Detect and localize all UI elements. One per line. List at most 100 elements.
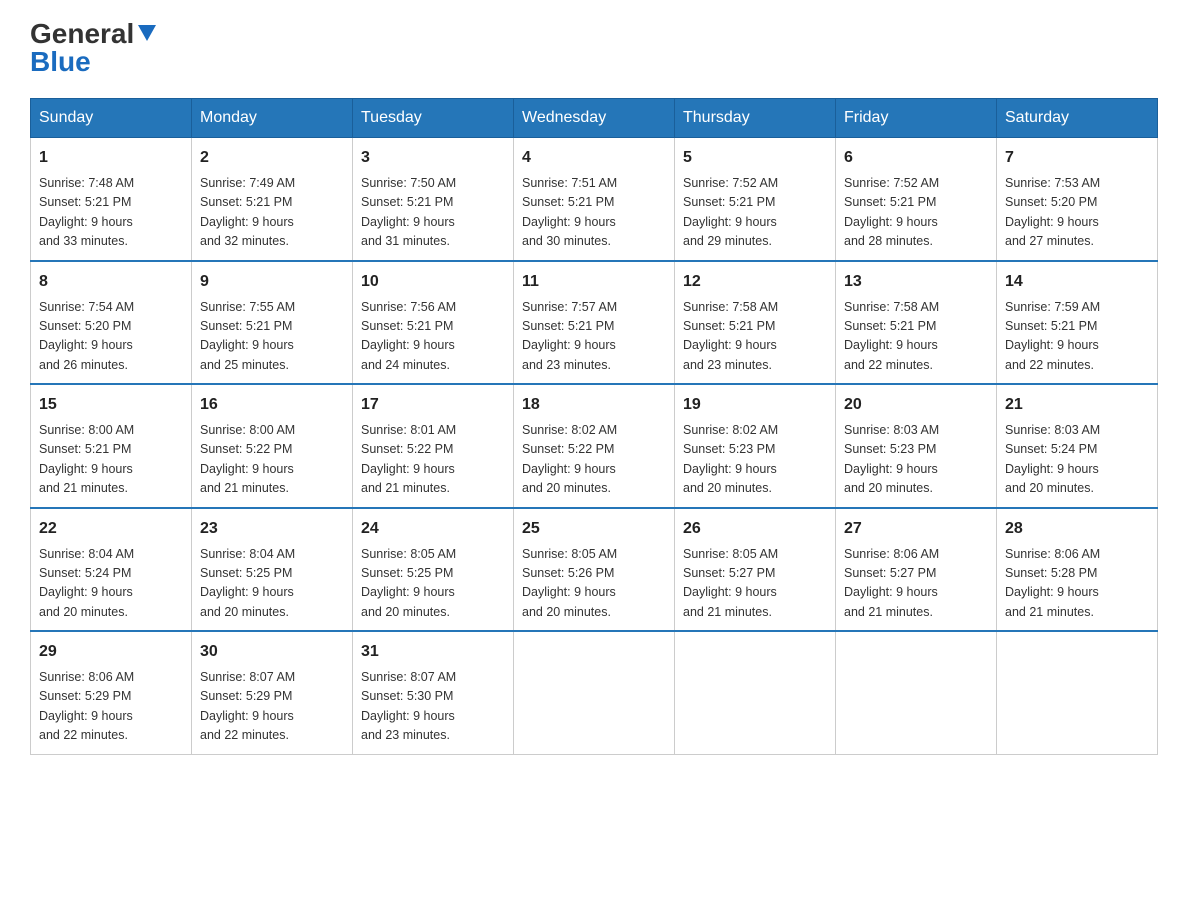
day-info: Sunrise: 8:03 AMSunset: 5:24 PMDaylight:… — [1005, 421, 1149, 499]
day-number: 24 — [361, 517, 505, 541]
calendar-cell: 2 Sunrise: 7:49 AMSunset: 5:21 PMDaylight… — [192, 138, 353, 261]
calendar-cell: 30 Sunrise: 8:07 AMSunset: 5:29 PMDayligh… — [192, 631, 353, 754]
day-info: Sunrise: 8:05 AMSunset: 5:27 PMDaylight:… — [683, 545, 827, 623]
day-info: Sunrise: 8:07 AMSunset: 5:30 PMDaylight:… — [361, 668, 505, 746]
calendar-week-row: 29 Sunrise: 8:06 AMSunset: 5:29 PMDayligh… — [31, 631, 1158, 754]
day-number: 19 — [683, 393, 827, 417]
calendar-week-row: 1 Sunrise: 7:48 AMSunset: 5:21 PMDaylight… — [31, 138, 1158, 261]
day-number: 21 — [1005, 393, 1149, 417]
day-number: 16 — [200, 393, 344, 417]
day-number: 4 — [522, 146, 666, 170]
day-info: Sunrise: 7:50 AMSunset: 5:21 PMDaylight:… — [361, 174, 505, 252]
day-number: 25 — [522, 517, 666, 541]
col-header-wednesday: Wednesday — [514, 99, 675, 138]
logo-triangle-icon — [136, 21, 158, 43]
calendar-cell: 20 Sunrise: 8:03 AMSunset: 5:23 PMDayligh… — [836, 384, 997, 508]
day-number: 5 — [683, 146, 827, 170]
day-info: Sunrise: 7:58 AMSunset: 5:21 PMDaylight:… — [844, 298, 988, 376]
calendar-cell: 3 Sunrise: 7:50 AMSunset: 5:21 PMDaylight… — [353, 138, 514, 261]
day-info: Sunrise: 7:48 AMSunset: 5:21 PMDaylight:… — [39, 174, 183, 252]
calendar-cell: 19 Sunrise: 8:02 AMSunset: 5:23 PMDayligh… — [675, 384, 836, 508]
logo-general: General — [30, 20, 134, 48]
day-info: Sunrise: 7:52 AMSunset: 5:21 PMDaylight:… — [683, 174, 827, 252]
day-number: 23 — [200, 517, 344, 541]
day-info: Sunrise: 7:56 AMSunset: 5:21 PMDaylight:… — [361, 298, 505, 376]
day-number: 26 — [683, 517, 827, 541]
day-info: Sunrise: 8:02 AMSunset: 5:22 PMDaylight:… — [522, 421, 666, 499]
page-header: General Blue — [30, 20, 1158, 78]
calendar-week-row: 15 Sunrise: 8:00 AMSunset: 5:21 PMDayligh… — [31, 384, 1158, 508]
day-info: Sunrise: 8:02 AMSunset: 5:23 PMDaylight:… — [683, 421, 827, 499]
day-info: Sunrise: 7:57 AMSunset: 5:21 PMDaylight:… — [522, 298, 666, 376]
calendar-cell: 31 Sunrise: 8:07 AMSunset: 5:30 PMDayligh… — [353, 631, 514, 754]
day-number: 29 — [39, 640, 183, 664]
logo-blue: Blue — [30, 46, 91, 78]
day-info: Sunrise: 8:04 AMSunset: 5:24 PMDaylight:… — [39, 545, 183, 623]
calendar-cell: 5 Sunrise: 7:52 AMSunset: 5:21 PMDaylight… — [675, 138, 836, 261]
calendar-cell: 11 Sunrise: 7:57 AMSunset: 5:21 PMDayligh… — [514, 261, 675, 385]
day-info: Sunrise: 8:05 AMSunset: 5:25 PMDaylight:… — [361, 545, 505, 623]
day-number: 30 — [200, 640, 344, 664]
calendar-cell: 21 Sunrise: 8:03 AMSunset: 5:24 PMDayligh… — [997, 384, 1158, 508]
day-number: 28 — [1005, 517, 1149, 541]
calendar-cell: 4Sunrise: 7:51 AMSunset: 5:21 PMDaylight… — [514, 138, 675, 261]
day-info: Sunrise: 8:06 AMSunset: 5:29 PMDaylight:… — [39, 668, 183, 746]
calendar-cell — [675, 631, 836, 754]
day-number: 15 — [39, 393, 183, 417]
day-number: 3 — [361, 146, 505, 170]
calendar-cell: 27 Sunrise: 8:06 AMSunset: 5:27 PMDayligh… — [836, 508, 997, 632]
day-info: Sunrise: 7:54 AMSunset: 5:20 PMDaylight:… — [39, 298, 183, 376]
col-header-thursday: Thursday — [675, 99, 836, 138]
calendar-week-row: 8 Sunrise: 7:54 AMSunset: 5:20 PMDaylight… — [31, 261, 1158, 385]
calendar-cell: 9Sunrise: 7:55 AMSunset: 5:21 PMDaylight… — [192, 261, 353, 385]
day-info: Sunrise: 8:04 AMSunset: 5:25 PMDaylight:… — [200, 545, 344, 623]
calendar-table: SundayMondayTuesdayWednesdayThursdayFrid… — [30, 98, 1158, 755]
col-header-friday: Friday — [836, 99, 997, 138]
day-info: Sunrise: 7:52 AMSunset: 5:21 PMDaylight:… — [844, 174, 988, 252]
day-info: Sunrise: 8:05 AMSunset: 5:26 PMDaylight:… — [522, 545, 666, 623]
calendar-cell: 8 Sunrise: 7:54 AMSunset: 5:20 PMDaylight… — [31, 261, 192, 385]
calendar-cell — [514, 631, 675, 754]
calendar-cell: 12Sunrise: 7:58 AMSunset: 5:21 PMDayligh… — [675, 261, 836, 385]
day-info: Sunrise: 8:07 AMSunset: 5:29 PMDaylight:… — [200, 668, 344, 746]
day-info: Sunrise: 8:03 AMSunset: 5:23 PMDaylight:… — [844, 421, 988, 499]
calendar-cell: 25 Sunrise: 8:05 AMSunset: 5:26 PMDayligh… — [514, 508, 675, 632]
day-number: 1 — [39, 146, 183, 170]
day-number: 2 — [200, 146, 344, 170]
day-number: 18 — [522, 393, 666, 417]
day-number: 20 — [844, 393, 988, 417]
calendar-header-row: SundayMondayTuesdayWednesdayThursdayFrid… — [31, 99, 1158, 138]
day-info: Sunrise: 8:01 AMSunset: 5:22 PMDaylight:… — [361, 421, 505, 499]
calendar-cell: 28 Sunrise: 8:06 AMSunset: 5:28 PMDayligh… — [997, 508, 1158, 632]
day-info: Sunrise: 8:00 AMSunset: 5:21 PMDaylight:… — [39, 421, 183, 499]
calendar-cell: 24 Sunrise: 8:05 AMSunset: 5:25 PMDayligh… — [353, 508, 514, 632]
col-header-tuesday: Tuesday — [353, 99, 514, 138]
calendar-cell: 26 Sunrise: 8:05 AMSunset: 5:27 PMDayligh… — [675, 508, 836, 632]
day-info: Sunrise: 7:55 AMSunset: 5:21 PMDaylight:… — [200, 298, 344, 376]
day-number: 27 — [844, 517, 988, 541]
day-info: Sunrise: 7:53 AMSunset: 5:20 PMDaylight:… — [1005, 174, 1149, 252]
day-number: 22 — [39, 517, 183, 541]
calendar-cell: 14 Sunrise: 7:59 AMSunset: 5:21 PMDayligh… — [997, 261, 1158, 385]
day-number: 7 — [1005, 146, 1149, 170]
day-number: 12 — [683, 270, 827, 294]
day-number: 10 — [361, 270, 505, 294]
day-number: 11 — [522, 270, 666, 294]
calendar-cell: 16 Sunrise: 8:00 AMSunset: 5:22 PMDayligh… — [192, 384, 353, 508]
day-number: 8 — [39, 270, 183, 294]
day-info: Sunrise: 8:06 AMSunset: 5:28 PMDaylight:… — [1005, 545, 1149, 623]
day-info: Sunrise: 7:49 AMSunset: 5:21 PMDaylight:… — [200, 174, 344, 252]
day-info: Sunrise: 8:06 AMSunset: 5:27 PMDaylight:… — [844, 545, 988, 623]
day-info: Sunrise: 7:59 AMSunset: 5:21 PMDaylight:… — [1005, 298, 1149, 376]
logo: General Blue — [30, 20, 158, 78]
calendar-cell: 13Sunrise: 7:58 AMSunset: 5:21 PMDayligh… — [836, 261, 997, 385]
calendar-cell: 17 Sunrise: 8:01 AMSunset: 5:22 PMDayligh… — [353, 384, 514, 508]
col-header-sunday: Sunday — [31, 99, 192, 138]
day-number: 17 — [361, 393, 505, 417]
day-number: 6 — [844, 146, 988, 170]
calendar-cell: 15 Sunrise: 8:00 AMSunset: 5:21 PMDayligh… — [31, 384, 192, 508]
calendar-cell — [836, 631, 997, 754]
day-number: 14 — [1005, 270, 1149, 294]
day-info: Sunrise: 8:00 AMSunset: 5:22 PMDaylight:… — [200, 421, 344, 499]
day-number: 31 — [361, 640, 505, 664]
